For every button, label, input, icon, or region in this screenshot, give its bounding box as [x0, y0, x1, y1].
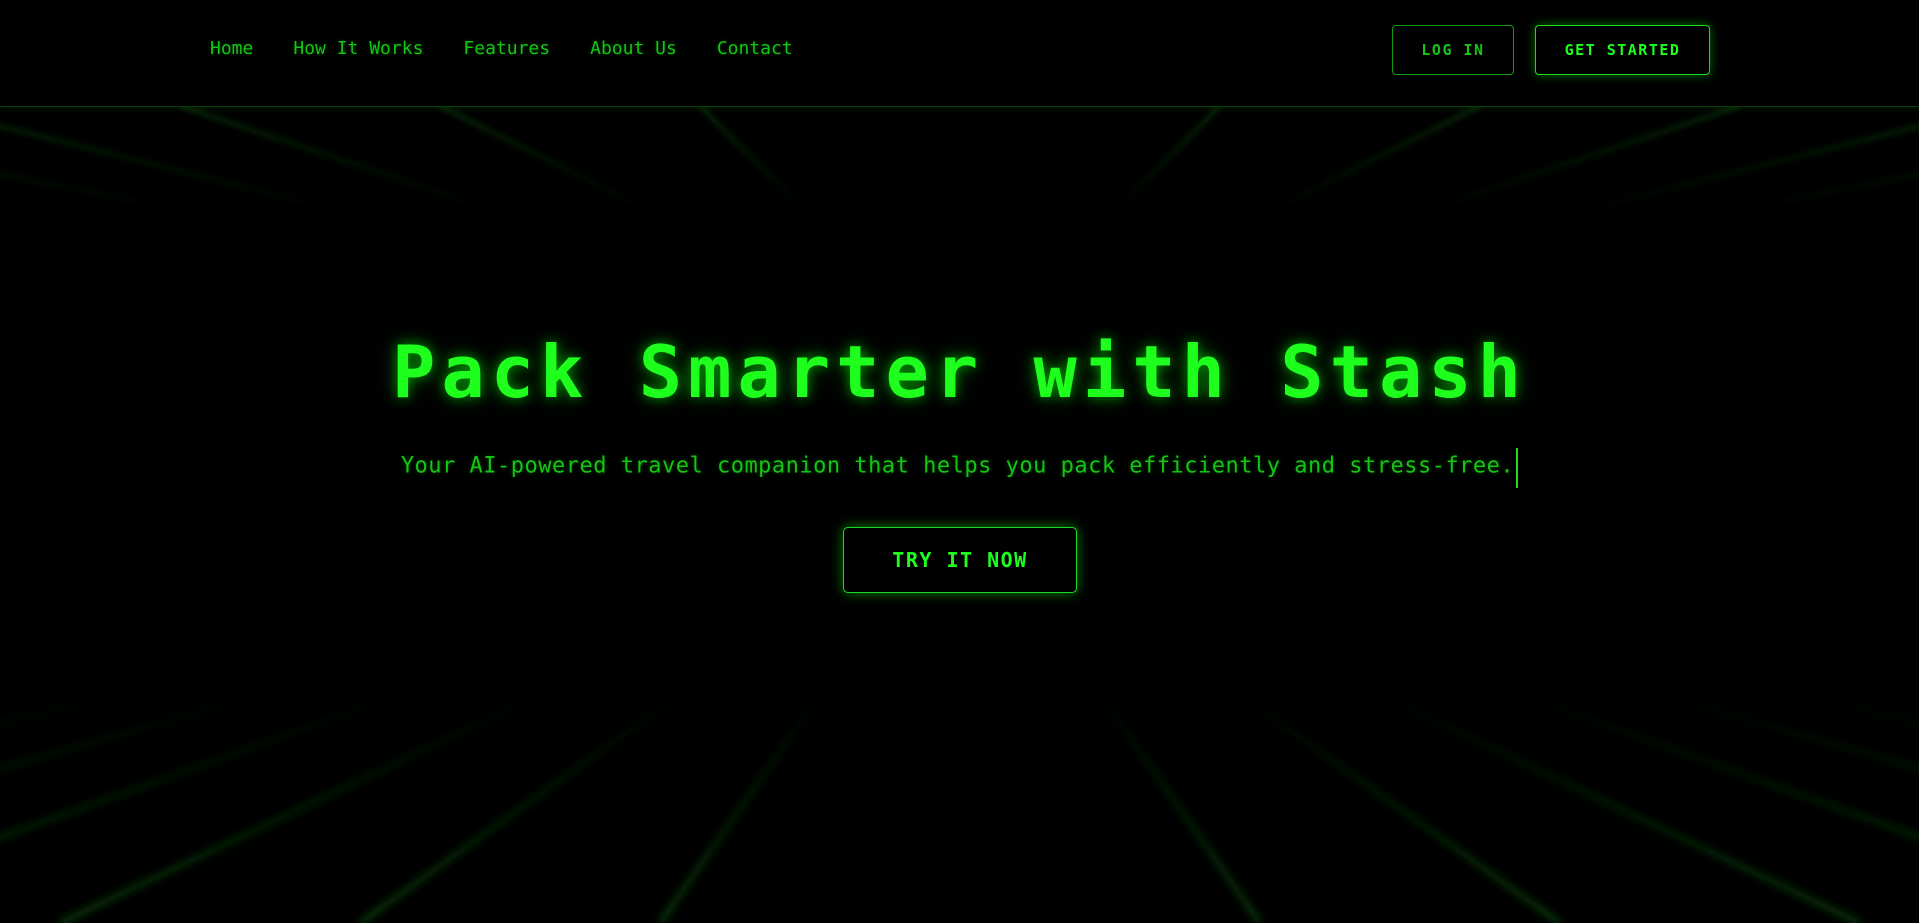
nav-link-features[interactable]: Features — [463, 38, 550, 59]
grid-line — [179, 106, 511, 216]
grid-line — [698, 106, 812, 216]
grid-line — [1739, 680, 1919, 726]
hero-subtitle-row: Your AI-powered travel companion that he… — [0, 448, 1919, 488]
grid-line — [1609, 680, 1919, 772]
hero-subtitle: Your AI-powered travel companion that he… — [400, 453, 1515, 479]
grid-line — [0, 171, 211, 216]
nav-link-contact[interactable]: Contact — [717, 38, 793, 59]
grid-line — [0, 203, 61, 216]
grid-line — [1859, 203, 1919, 216]
grid-line — [1258, 106, 1482, 216]
grid-line — [58, 680, 572, 923]
top-navbar: Home How It Works Features About Us Cont… — [0, 0, 1919, 107]
get-started-button[interactable]: GET STARTED — [1535, 25, 1710, 75]
grid-line — [657, 680, 833, 923]
grid-line — [1559, 123, 1919, 216]
grid-line — [0, 680, 442, 841]
grid-line — [1409, 106, 1741, 216]
nav-link-how-it-works[interactable]: How It Works — [293, 38, 423, 59]
grid-line — [0, 123, 361, 216]
grid-line — [1709, 171, 1919, 216]
grid-line — [1087, 680, 1263, 923]
nav-link-home[interactable]: Home — [210, 38, 253, 59]
login-button[interactable]: LOG IN — [1392, 25, 1514, 75]
grid-line — [438, 106, 662, 216]
grid-line — [0, 680, 311, 772]
grid-line — [1348, 680, 1862, 923]
typing-caret — [1516, 448, 1519, 488]
grid-line — [1218, 680, 1562, 923]
grid-background-bottom — [0, 680, 1919, 923]
hero-title: Pack Smarter with Stash — [392, 330, 1527, 414]
landing-page: Home How It Works Features About Us Cont… — [0, 0, 1919, 923]
grid-line — [1108, 106, 1222, 216]
nav-link-about-us[interactable]: About Us — [590, 38, 677, 59]
nav-links: Home How It Works Features About Us Cont… — [210, 38, 793, 59]
grid-background-top — [0, 106, 1919, 216]
grid-line — [1478, 680, 1919, 841]
grid-line — [0, 680, 181, 726]
grid-line — [358, 680, 702, 923]
try-it-now-button[interactable]: TRY IT NOW — [843, 527, 1077, 593]
